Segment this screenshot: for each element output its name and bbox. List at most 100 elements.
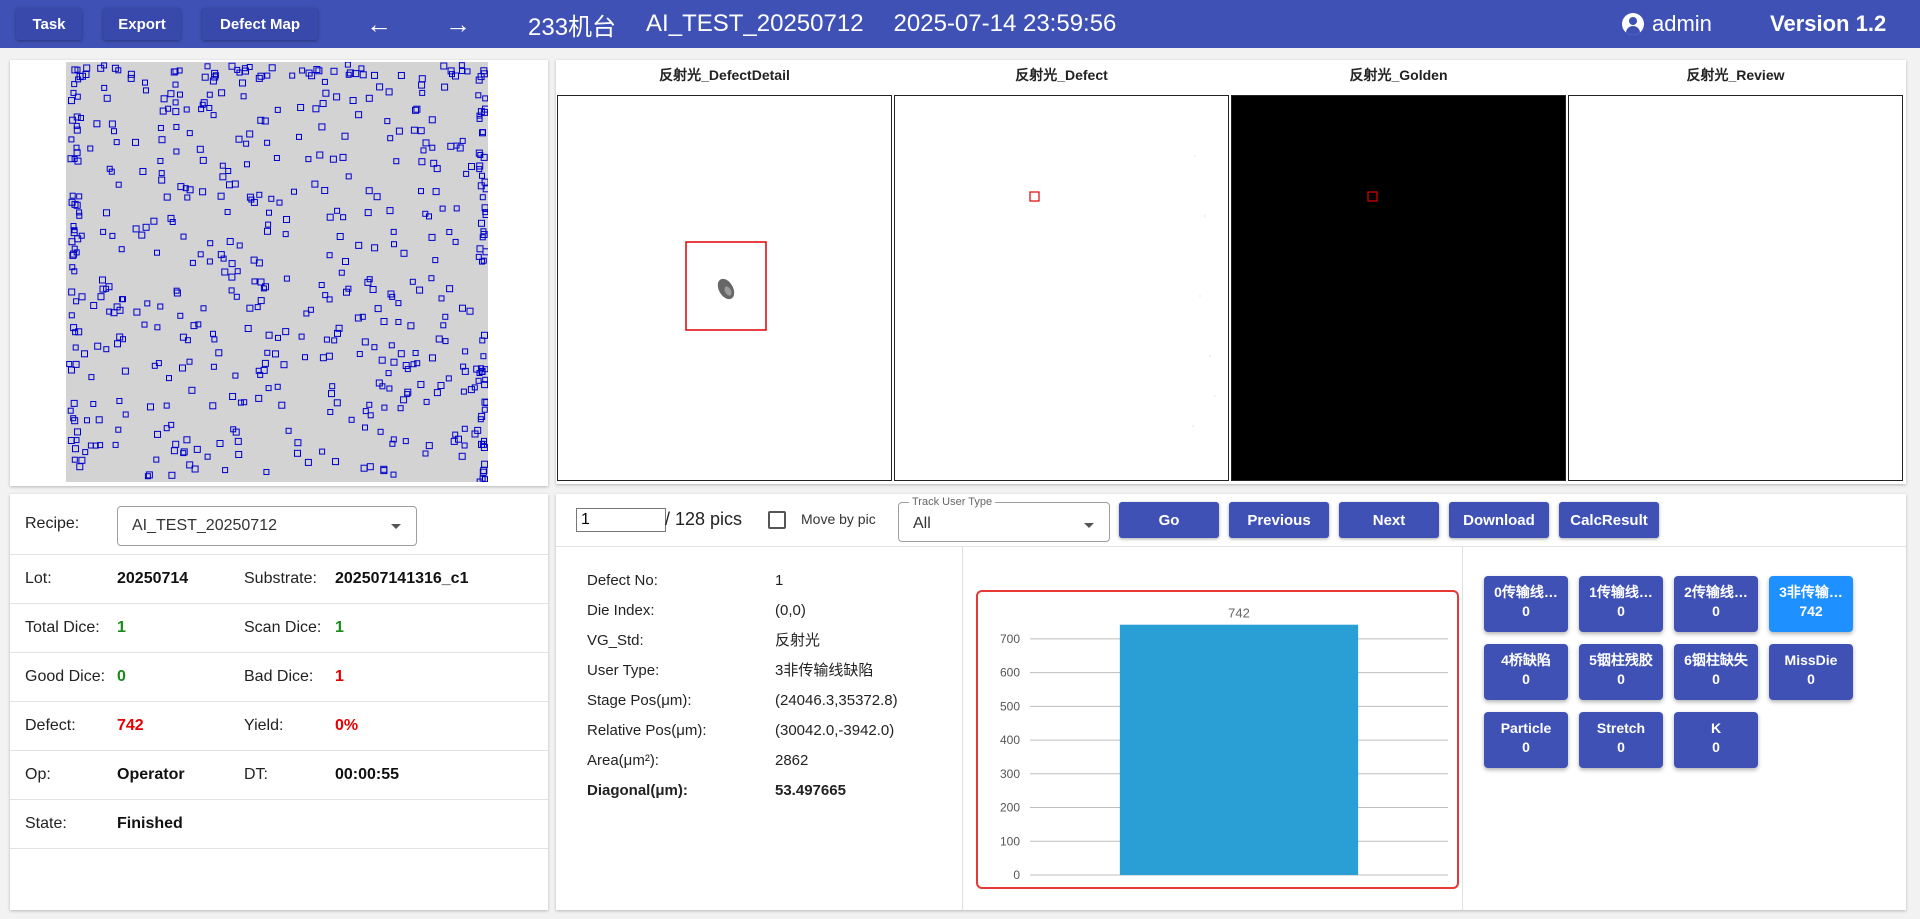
defect-marker[interactable] [461,425,468,432]
defect-marker[interactable] [244,325,252,332]
defect-marker[interactable] [264,72,271,79]
defect-marker[interactable] [76,212,83,219]
defect-marker[interactable] [355,111,363,119]
defect-type-button[interactable]: MissDie 0 [1769,644,1853,700]
defect-marker[interactable] [138,231,146,239]
defect-marker[interactable] [90,401,97,407]
defect-marker[interactable] [153,456,160,463]
defect-marker[interactable] [416,286,424,294]
defect-marker[interactable] [291,188,297,195]
defect-marker[interactable] [239,79,246,87]
defect-marker[interactable] [438,295,445,302]
defect-marker[interactable] [418,188,424,195]
defect-marker[interactable] [142,223,150,231]
defect-marker[interactable] [228,287,235,294]
defect-marker[interactable] [282,231,289,238]
defect-marker[interactable] [356,351,363,357]
defect-marker[interactable] [232,372,239,379]
defect-marker[interactable] [132,225,140,233]
defect-marker[interactable] [74,428,81,436]
defect-detail-image[interactable] [557,95,892,481]
defect-marker[interactable] [275,334,281,341]
defect-marker[interactable] [116,398,123,404]
defect-marker[interactable] [304,458,312,466]
defect-marker[interactable] [323,336,330,343]
defect-marker[interactable] [199,188,207,196]
defect-marker[interactable] [461,442,468,449]
defect-marker[interactable] [439,205,446,212]
page-number-input[interactable] [576,508,666,532]
defect-marker[interactable] [336,233,344,240]
defect-marker[interactable] [67,407,74,414]
defect-marker[interactable] [274,106,281,113]
defect-marker[interactable] [122,411,129,418]
defect-marker[interactable] [418,75,426,83]
defect-marker[interactable] [265,221,272,228]
defect-marker[interactable] [312,105,320,113]
defect-marker[interactable] [386,385,393,392]
defect-marker[interactable] [68,97,75,105]
defect-marker[interactable] [170,447,178,455]
defect-marker[interactable] [183,436,191,444]
defect-marker[interactable] [143,87,149,94]
defect-marker[interactable] [84,417,90,424]
defect-marker[interactable] [66,361,73,367]
defect-marker[interactable] [388,342,395,349]
defect-type-button[interactable]: Particle 0 [1484,712,1568,768]
defect-marker[interactable] [113,139,120,146]
defect-type-button-selected[interactable]: 3非传输… 742 [1769,576,1853,632]
defect-marker[interactable] [479,129,486,136]
defect-marker[interactable] [422,139,430,147]
defect-marker[interactable] [466,307,474,315]
defect-marker[interactable] [332,458,339,466]
defect-marker[interactable] [410,126,418,134]
defect-marker[interactable] [167,214,175,222]
defect-marker[interactable] [475,92,482,99]
defect-marker[interactable] [412,350,419,356]
defect-marker[interactable] [278,401,286,409]
defect-map-button[interactable]: Defect Map [202,8,318,40]
defect-marker[interactable] [446,285,454,293]
defect-marker[interactable] [219,173,227,181]
defect-marker[interactable] [133,308,141,316]
defect-marker[interactable] [380,318,388,325]
defect-image[interactable] [894,95,1229,481]
defect-marker[interactable] [385,370,392,377]
defect-marker[interactable] [453,205,460,212]
defect-marker[interactable] [167,90,175,98]
defect-marker[interactable] [71,456,78,463]
defect-marker[interactable] [264,349,271,356]
defect-marker[interactable] [206,105,213,111]
defect-marker[interactable] [441,83,449,91]
defect-marker[interactable] [99,276,106,284]
defect-marker[interactable] [229,393,237,400]
defect-marker[interactable] [210,363,217,370]
defect-marker[interactable] [257,297,265,305]
defect-marker[interactable] [433,389,441,397]
defect-marker[interactable] [446,229,453,235]
defect-marker[interactable] [95,416,103,424]
defect-marker[interactable] [115,426,122,433]
defect-marker[interactable] [221,268,229,276]
defect-marker[interactable] [460,388,467,395]
defect-marker[interactable] [334,207,341,214]
defect-marker[interactable] [447,142,455,150]
defect-marker[interactable] [482,248,488,256]
defect-marker[interactable] [318,123,326,131]
defect-marker[interactable] [246,64,253,70]
defect-marker[interactable] [186,358,193,365]
defect-marker[interactable] [261,359,269,367]
defect-marker[interactable] [321,78,328,85]
defect-marker[interactable] [127,70,135,78]
defect-marker[interactable] [246,130,254,138]
defect-marker[interactable] [228,273,236,281]
defect-marker[interactable] [184,194,191,201]
defect-marker[interactable] [419,89,426,96]
defect-marker[interactable] [458,62,465,69]
defect-marker[interactable] [235,135,243,143]
defect-marker[interactable] [103,346,110,353]
defect-marker[interactable] [172,440,180,448]
defect-marker[interactable] [257,72,265,80]
defect-marker[interactable] [298,333,305,340]
defect-marker[interactable] [217,192,225,200]
